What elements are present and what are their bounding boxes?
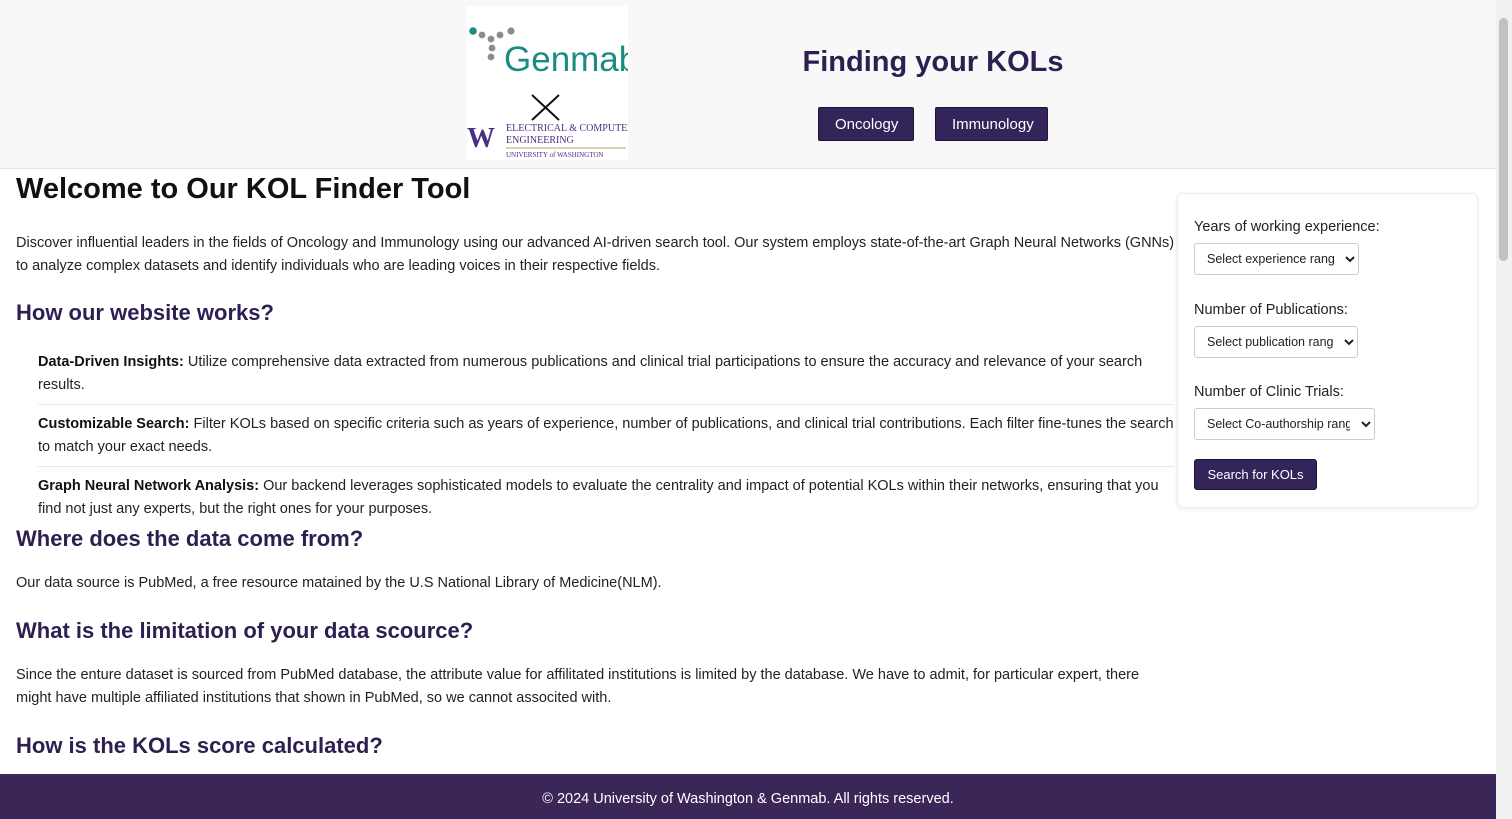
site-title: Finding your KOLs [802,46,1064,78]
feature-item: Customizable Search: Filter KOLs based o… [38,413,1174,467]
filter-panel: Years of working experience: Select expe… [1177,193,1478,508]
search-kols-button[interactable]: Search for KOLs [1194,459,1317,490]
feature-title: Customizable Search: [38,416,190,432]
feature-item: Data-Driven Insights: Utilize comprehens… [38,351,1174,405]
oncology-button[interactable]: Oncology [818,107,914,141]
how-it-works-heading: How our website works? [16,300,274,325]
page-title: Welcome to Our KOL Finder Tool [16,173,471,205]
publications-label: Number of Publications: [1194,302,1348,318]
data-source-heading: Where does the data come from? [16,526,364,551]
main-content: Welcome to Our KOL Finder Tool Discover … [16,170,1176,758]
clinic-trials-select[interactable]: Select Co-authorship range [1194,408,1375,440]
page-scrollbar[interactable] [1496,0,1512,819]
experience-label: Years of working experience: [1194,219,1380,235]
genmab-wordmark: Genmab [504,40,628,79]
genmab-uw-logo: Genmab W ELECTRICAL & COMPUTER ENGINEERI… [467,6,628,160]
feature-text: Utilize comprehensive data extracted fro… [38,354,1143,393]
scrollbar-thumb[interactable] [1499,18,1508,261]
feature-text: Filter KOLs based on specific criteria s… [38,416,1174,455]
svg-text:ENGINEERING: ENGINEERING [506,135,574,146]
copyright-text: © 2024 University of Washington & Genmab… [542,791,954,807]
intro-paragraph: Discover influential leaders in the fiel… [16,235,1175,274]
publications-select[interactable]: Select publication range [1194,326,1358,358]
site-footer: © 2024 University of Washington & Genmab… [0,774,1496,819]
feature-title: Data-Driven Insights: [38,354,184,370]
experience-select[interactable]: Select experience range [1194,243,1359,275]
data-source-text: Our data source is PubMed, a free resour… [16,575,662,591]
feature-list: Data-Driven Insights: Utilize comprehens… [38,351,1174,536]
immunology-button[interactable]: Immunology [935,107,1048,141]
feature-item: Graph Neural Network Analysis: Our backe… [38,475,1174,528]
svg-text:ELECTRICAL & COMPUTER: ELECTRICAL & COMPUTER [506,123,628,134]
clinic-trials-label: Number of Clinic Trials: [1194,384,1344,400]
limitation-heading: What is the limitation of your data scou… [16,618,474,643]
svg-text:W: W [467,123,495,154]
feature-title: Graph Neural Network Analysis: [38,478,260,494]
site-header: Genmab W ELECTRICAL & COMPUTER ENGINEERI… [0,0,1496,169]
svg-text:UNIVERSITY of WASHINGTON: UNIVERSITY of WASHINGTON [506,151,603,159]
limitation-text: Since the enture dataset is sourced from… [16,667,1140,706]
score-heading: How is the KOLs score calculated? [16,733,383,758]
